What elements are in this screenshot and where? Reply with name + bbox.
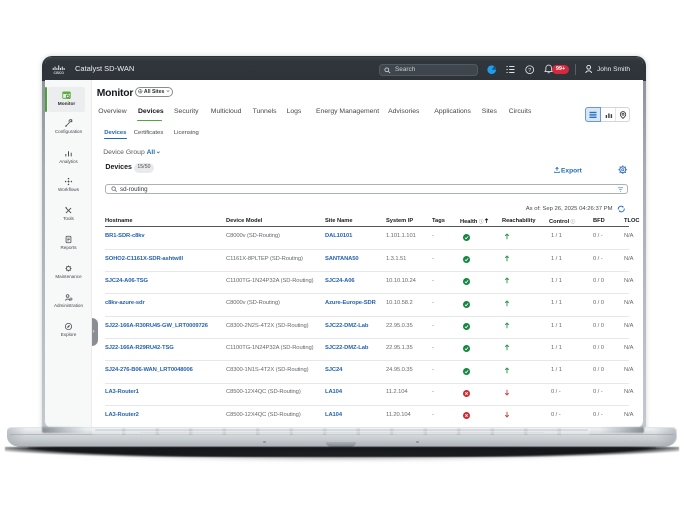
svg-text:CISCO: CISCO [54,71,65,75]
